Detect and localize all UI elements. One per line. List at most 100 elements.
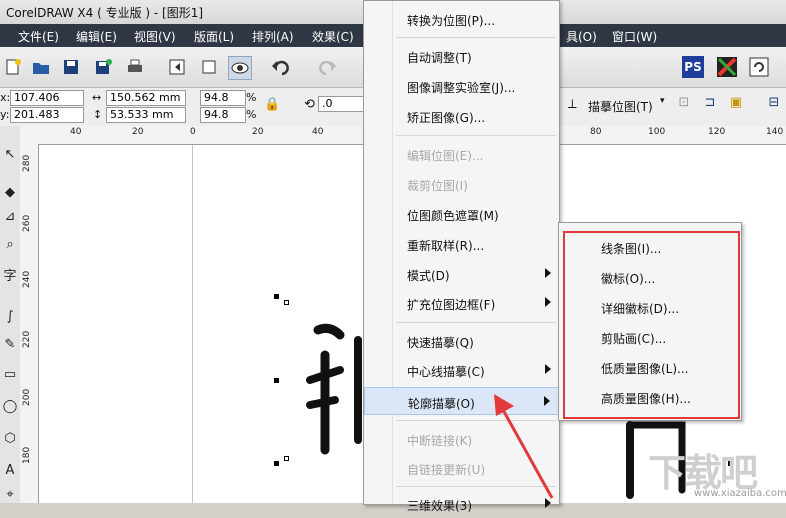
menu-tools[interactable]: 具(O) xyxy=(566,28,597,45)
menu-item-label: 轮廓描摹(O) xyxy=(408,397,475,411)
menu-item-straighten-image[interactable]: 矫正图像(G)... xyxy=(364,102,559,130)
rotate-icon: ⟲ xyxy=(304,97,315,112)
rotation-handle[interactable] xyxy=(284,456,289,461)
crop-icon[interactable]: ⊡ xyxy=(676,94,692,110)
menu-layout[interactable]: 版面(L) xyxy=(194,28,234,45)
menu-item-crop-bitmap: 裁剪位图(I) xyxy=(364,170,559,198)
rectangle-tool-icon[interactable]: ▭ xyxy=(2,366,18,382)
refresh-icon[interactable] xyxy=(748,56,770,78)
menu-view[interactable]: 视图(V) xyxy=(134,28,176,45)
width-field[interactable]: 150.562 mm xyxy=(106,90,186,106)
zoom-tool-icon[interactable]: ⌕ xyxy=(2,236,18,252)
menu-item-label: 自链接更新(U) xyxy=(407,463,486,477)
submenu-arrow-icon xyxy=(545,297,551,307)
width-icon: ↔ xyxy=(92,91,102,104)
scale-y-field[interactable]: 94.8 xyxy=(200,107,246,123)
selection-handle[interactable] xyxy=(274,294,279,299)
percent-y-label: % xyxy=(246,108,257,121)
menu-window[interactable]: 窗口(W) xyxy=(612,28,657,45)
options-icon[interactable]: ⊟ xyxy=(766,94,782,110)
polygon-tool-icon[interactable]: ⬡ xyxy=(2,430,18,446)
menu-item-bitmap-color-mask[interactable]: 位图颜色遮罩(M) xyxy=(364,200,559,228)
pick-tool-icon[interactable]: ↖ xyxy=(2,146,18,162)
menu-item-label: 编辑位图(E)... xyxy=(407,149,484,163)
interactive-tool-icon[interactable]: ⌖ xyxy=(2,486,18,502)
save-icon[interactable] xyxy=(60,56,82,78)
bitmap-icon[interactable]: ▣ xyxy=(728,94,744,110)
ruler-tick: 40 xyxy=(312,127,324,137)
ps-icon[interactable]: PS xyxy=(682,56,704,78)
menu-item-convert-to-bitmap[interactable]: 转换为位图(P)... xyxy=(364,5,559,33)
menu-item-image-adjustment-lab[interactable]: 图像调整实验室(J)... xyxy=(364,72,559,100)
ruler-tick: 40 xyxy=(70,127,82,137)
trace-bitmap-button[interactable]: 描摹位图(T) xyxy=(588,98,653,115)
node-icon[interactable]: ⊐ xyxy=(702,94,718,110)
menu-separator xyxy=(396,37,556,38)
annotation-arrow-icon xyxy=(494,394,554,499)
x-position-field[interactable]: 107.406 mm xyxy=(10,90,84,118)
menu-item-centerline-trace[interactable]: 中心线描摹(C) xyxy=(364,356,559,384)
menu-item-label: 转换为位图(P)... xyxy=(407,14,496,28)
y-position-field[interactable]: 201.483 mm xyxy=(10,107,84,135)
window-title: CorelDRAW X4 ( 专业版 ) - [图形1] xyxy=(6,6,204,20)
menu-separator xyxy=(396,135,556,136)
open-icon[interactable] xyxy=(30,56,52,78)
ruler-tick: 180 xyxy=(22,446,32,464)
ruler-tick: 20 xyxy=(252,127,264,137)
ruler-tick: 280 xyxy=(22,154,32,172)
shape-tool-icon[interactable]: ◆ xyxy=(2,184,18,200)
menu-item-label: 图像调整实验室(J)... xyxy=(407,81,516,95)
selection-handle[interactable] xyxy=(274,378,279,383)
trace-bitmap-icon: ⟂ xyxy=(568,97,577,112)
menu-item-label: 自动调整(T) xyxy=(407,51,472,65)
text-tool-icon[interactable]: 字 xyxy=(2,266,18,284)
menu-edit[interactable]: 编辑(E) xyxy=(76,28,117,45)
menu-item-mode[interactable]: 模式(D) xyxy=(364,260,559,288)
view-icon[interactable] xyxy=(228,56,252,80)
text-tool-2-icon[interactable]: A xyxy=(2,462,18,478)
trace-dropdown-icon[interactable]: ▾ xyxy=(660,96,665,106)
menu-item-label: 裁剪位图(I) xyxy=(407,179,468,193)
ruler-tick: 120 xyxy=(708,127,726,137)
import-icon[interactable] xyxy=(166,56,188,78)
scale-x-field[interactable]: 94.8 xyxy=(200,90,246,106)
print-icon[interactable] xyxy=(124,56,146,78)
ruler-tick: 260 xyxy=(22,214,32,232)
x-label: x: xyxy=(0,91,11,104)
ruler-tick: 0 xyxy=(190,127,196,137)
ellipse-tool-icon[interactable]: ◯ xyxy=(2,398,18,414)
menu-file[interactable]: 文件(E) xyxy=(18,28,59,45)
ruler-tick: 200 xyxy=(22,388,32,406)
frame-icon[interactable] xyxy=(198,56,220,78)
selection-handle[interactable] xyxy=(274,461,279,466)
submenu-arrow-icon xyxy=(545,268,551,278)
menu-effects[interactable]: 效果(C) xyxy=(312,28,354,45)
height-field[interactable]: 53.533 mm xyxy=(106,107,186,123)
rotation-field[interactable]: .0 xyxy=(318,96,368,112)
new-icon[interactable] xyxy=(2,56,24,78)
undo-icon[interactable] xyxy=(270,56,292,78)
toolbox: ↖ ◆ ⊿ ⌕ 字 ∫ ✎ ▭ ◯ ⬡ A ⌖ xyxy=(0,126,21,503)
rotation-handle[interactable] xyxy=(284,300,289,305)
smart-fill-icon[interactable]: ✎ xyxy=(2,336,18,352)
lock-ratio-icon[interactable]: 🔒 xyxy=(264,97,280,112)
freehand-tool-icon[interactable]: ∫ xyxy=(2,308,18,324)
menu-item-label: 矫正图像(G)... xyxy=(407,111,486,125)
redo-icon[interactable] xyxy=(316,56,338,78)
annotation-highlight-box xyxy=(563,231,740,419)
percent-x-label: % xyxy=(246,91,257,104)
menu-item-resample[interactable]: 重新取样(R)... xyxy=(364,230,559,258)
save-as-icon[interactable] xyxy=(92,56,114,78)
ruler-tick: 20 xyxy=(132,127,144,137)
menu-item-label: 中心线描摹(C) xyxy=(407,365,485,379)
ruler-tick: 100 xyxy=(648,127,666,137)
menu-item-label: 快速描摹(Q) xyxy=(407,336,474,350)
menu-item-quick-trace[interactable]: 快速描摹(Q) xyxy=(364,327,559,355)
menu-item-auto-adjust[interactable]: 自动调整(T) xyxy=(364,42,559,70)
crop-tool-icon[interactable]: ⊿ xyxy=(2,208,18,224)
color-icon[interactable] xyxy=(716,56,738,78)
menu-item-inflate-bitmap[interactable]: 扩充位图边框(F) xyxy=(364,289,559,317)
submenu-arrow-icon xyxy=(545,364,551,374)
menu-arrange[interactable]: 排列(A) xyxy=(252,28,294,45)
menu-item-label: 中断链接(K) xyxy=(407,434,473,448)
